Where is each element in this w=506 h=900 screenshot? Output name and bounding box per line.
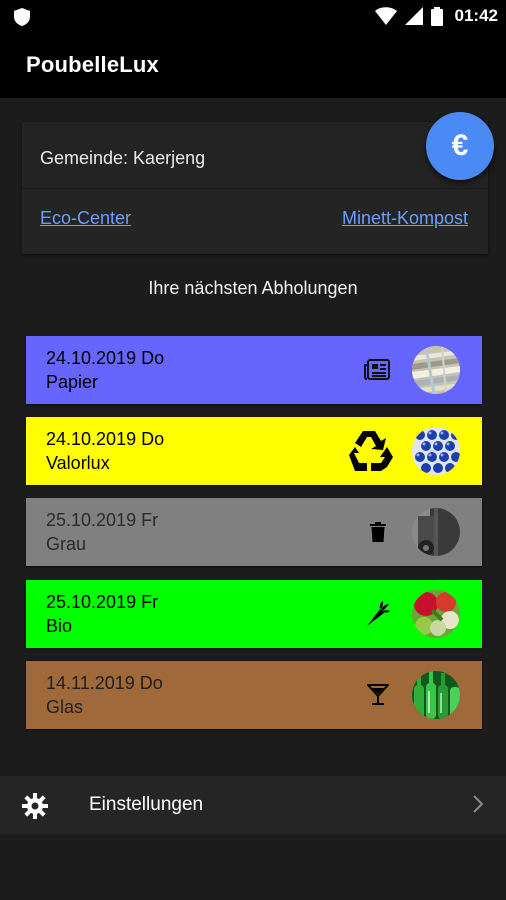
pickup-row-valorlux[interactable]: 24.10.2019 Do Valorlux <box>26 417 482 485</box>
app-title: PoubelleLux <box>26 52 159 77</box>
settings-row[interactable]: Einstellungen <box>0 776 506 834</box>
pickup-row-glas[interactable]: 14.11.2019 Do Glas <box>26 661 482 729</box>
pickup-row-grau[interactable]: 25.10.2019 Fr Grau <box>26 498 482 566</box>
municipality-label: Gemeinde: Kaerjeng <box>40 148 206 168</box>
pickup-date: 25.10.2019 Fr <box>46 510 159 530</box>
settings-label: Einstellungen <box>89 794 204 815</box>
pickup-type: Glas <box>46 697 84 717</box>
signal-icon <box>404 7 423 25</box>
pickup-type: Valorlux <box>46 453 110 473</box>
battery-icon <box>430 6 443 26</box>
bottles-thumbnail <box>412 427 460 475</box>
pickup-date: 14.11.2019 Do <box>46 673 163 693</box>
app-bar: PoubelleLux <box>0 34 506 98</box>
eco-center-link[interactable]: Eco-Center <box>40 208 131 229</box>
green-bottles-thumbnail <box>412 671 460 719</box>
euro-icon: € <box>451 129 469 162</box>
pickup-date: 24.10.2019 Do <box>46 348 165 368</box>
pickup-date: 24.10.2019 Do <box>46 429 165 449</box>
grey-bin-thumbnail <box>412 508 460 556</box>
carrot-icon <box>362 580 392 648</box>
paper-thumbnail <box>412 346 460 394</box>
municipality-card: Gemeinde: Kaerjeng Eco-Center Minett-Kom… <box>22 122 488 254</box>
gear-icon <box>22 793 48 819</box>
minett-kompost-link[interactable]: Minett-Kompost <box>342 208 468 229</box>
chevron-right-icon <box>473 795 484 813</box>
pickup-row-papier[interactable]: 24.10.2019 Do Papier <box>26 336 482 404</box>
status-time: 01:42 <box>454 6 498 25</box>
pickup-date: 25.10.2019 Fr <box>46 592 159 612</box>
pickup-type: Bio <box>46 616 73 636</box>
newspaper-icon <box>362 336 392 404</box>
status-bar: 01:42 <box>0 0 506 34</box>
pickup-type: Papier <box>46 372 99 392</box>
wifi-icon <box>374 7 397 25</box>
fees-fab-button[interactable]: € <box>426 112 494 180</box>
pickup-type: Grau <box>46 534 87 554</box>
recycle-icon <box>342 417 396 485</box>
section-title: Ihre nächsten Abholungen <box>148 278 358 298</box>
cocktail-glass-icon <box>364 661 392 729</box>
vegetables-thumbnail <box>412 590 460 638</box>
trash-icon <box>366 498 390 566</box>
pickup-row-bio[interactable]: 25.10.2019 Fr Bio <box>26 580 482 648</box>
shield-icon <box>14 8 30 26</box>
